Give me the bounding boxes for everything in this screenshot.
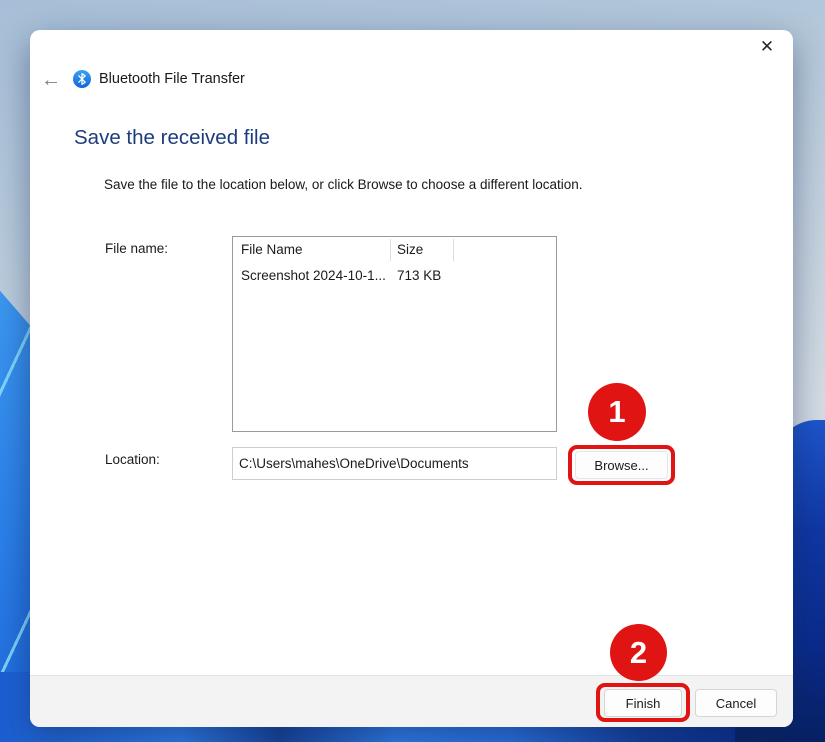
browse-button[interactable]: Browse...	[575, 451, 668, 479]
step2-badge: 2	[610, 624, 667, 681]
file-name-cell: Screenshot 2024-10-1...	[233, 268, 391, 283]
step1-badge: 1	[588, 383, 646, 441]
back-button[interactable]: ←	[34, 66, 68, 94]
list-item[interactable]: Screenshot 2024-10-1... 713 KB	[233, 263, 556, 287]
column-header-size[interactable]: Size	[391, 239, 454, 261]
file-name-label: File name:	[105, 241, 168, 256]
received-files-list[interactable]: File Name Size Screenshot 2024-10-1... 7…	[232, 236, 557, 432]
cancel-button[interactable]: Cancel	[695, 689, 777, 717]
location-label: Location:	[105, 452, 160, 467]
bluetooth-icon	[73, 70, 91, 88]
page-title: Save the received file	[74, 126, 270, 150]
list-header-row: File Name Size	[233, 237, 556, 263]
bluetooth-file-transfer-dialog: ✕ ← Bluetooth File Transfer Save the rec…	[30, 30, 793, 727]
window-title: Bluetooth File Transfer	[99, 71, 245, 87]
description-text: Save the file to the location below, or …	[104, 177, 583, 192]
finish-button[interactable]: Finish	[604, 689, 682, 717]
close-button[interactable]: ✕	[752, 33, 782, 61]
file-size-cell: 713 KB	[391, 268, 471, 283]
column-header-file-name[interactable]: File Name	[233, 239, 391, 261]
location-input[interactable]	[232, 447, 557, 480]
